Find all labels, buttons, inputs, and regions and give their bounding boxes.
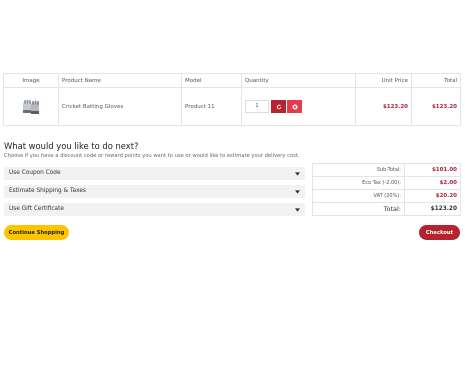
caret-down-icon	[295, 190, 300, 194]
cart-table: Image Product Name Model Quantity Unit P…	[3, 73, 461, 126]
column-header-unit-price: Unit Price	[355, 73, 412, 88]
next-steps-description: Choose if you have a discount code or re…	[4, 153, 300, 159]
eco-tax-amount: $2.00	[404, 176, 461, 190]
product-model: Product 11	[181, 87, 242, 126]
column-header-model: Model	[181, 73, 242, 88]
remove-icon	[291, 103, 298, 110]
column-header-product-name: Product Name	[58, 73, 182, 88]
subtotal-label: Sub-Total:	[312, 163, 405, 177]
subtotal-row: Sub-Total: $101.00	[312, 163, 461, 177]
unit-price: $123.20	[355, 87, 412, 126]
grand-total-amount: $123.20	[404, 202, 461, 216]
quantity-input[interactable]: 1	[245, 100, 269, 113]
eco-tax-row: Eco Tax (-2.00): $2.00	[312, 176, 461, 190]
quantity-control: 1	[245, 100, 352, 113]
coupon-code-label: Use Coupon Code	[9, 170, 61, 176]
cart-table-header: Image Product Name Model Quantity Unit P…	[3, 73, 461, 88]
product-image-cell	[3, 87, 59, 126]
column-header-quantity: Quantity	[241, 73, 356, 88]
continue-shopping-button[interactable]: Continue Shopping	[4, 225, 69, 240]
vat-amount: $20.20	[404, 189, 461, 203]
line-total: $123.20	[411, 87, 461, 126]
cricket-gloves-icon[interactable]	[20, 98, 42, 116]
vat-row: VAT (20%): $20.20	[312, 189, 461, 203]
remove-item-button[interactable]	[287, 100, 302, 113]
caret-down-icon	[295, 172, 300, 176]
refresh-icon	[276, 103, 281, 109]
column-header-total: Total	[411, 73, 461, 88]
eco-tax-label: Eco Tax (-2.00):	[312, 176, 405, 190]
caret-down-icon	[295, 208, 300, 212]
totals-table: Sub-Total: $101.00 Eco Tax (-2.00): $2.0…	[312, 163, 461, 216]
estimate-shipping-label: Estimate Shipping & Taxes	[9, 188, 86, 194]
column-header-image: Image	[3, 73, 59, 88]
product-name-link[interactable]: Cricket Batting Gloves	[58, 87, 182, 126]
checkout-button[interactable]: Checkout	[419, 225, 460, 240]
grand-total-row: Total: $123.20	[312, 202, 461, 216]
grand-total-label: Total:	[312, 202, 405, 216]
gift-certificate-panel[interactable]: Use Gift Certificate	[4, 203, 305, 216]
next-steps-heading: What would you like to do next?	[4, 141, 139, 151]
estimate-shipping-panel[interactable]: Estimate Shipping & Taxes	[4, 185, 305, 198]
cart-row: Cricket Batting Gloves Product 11 1 $123…	[3, 87, 461, 126]
coupon-code-panel[interactable]: Use Coupon Code	[4, 167, 305, 180]
gift-certificate-label: Use Gift Certificate	[9, 206, 64, 212]
subtotal-amount: $101.00	[404, 163, 461, 177]
update-quantity-button[interactable]	[271, 100, 286, 113]
vat-label: VAT (20%):	[312, 189, 405, 203]
quantity-cell: 1	[241, 87, 356, 126]
